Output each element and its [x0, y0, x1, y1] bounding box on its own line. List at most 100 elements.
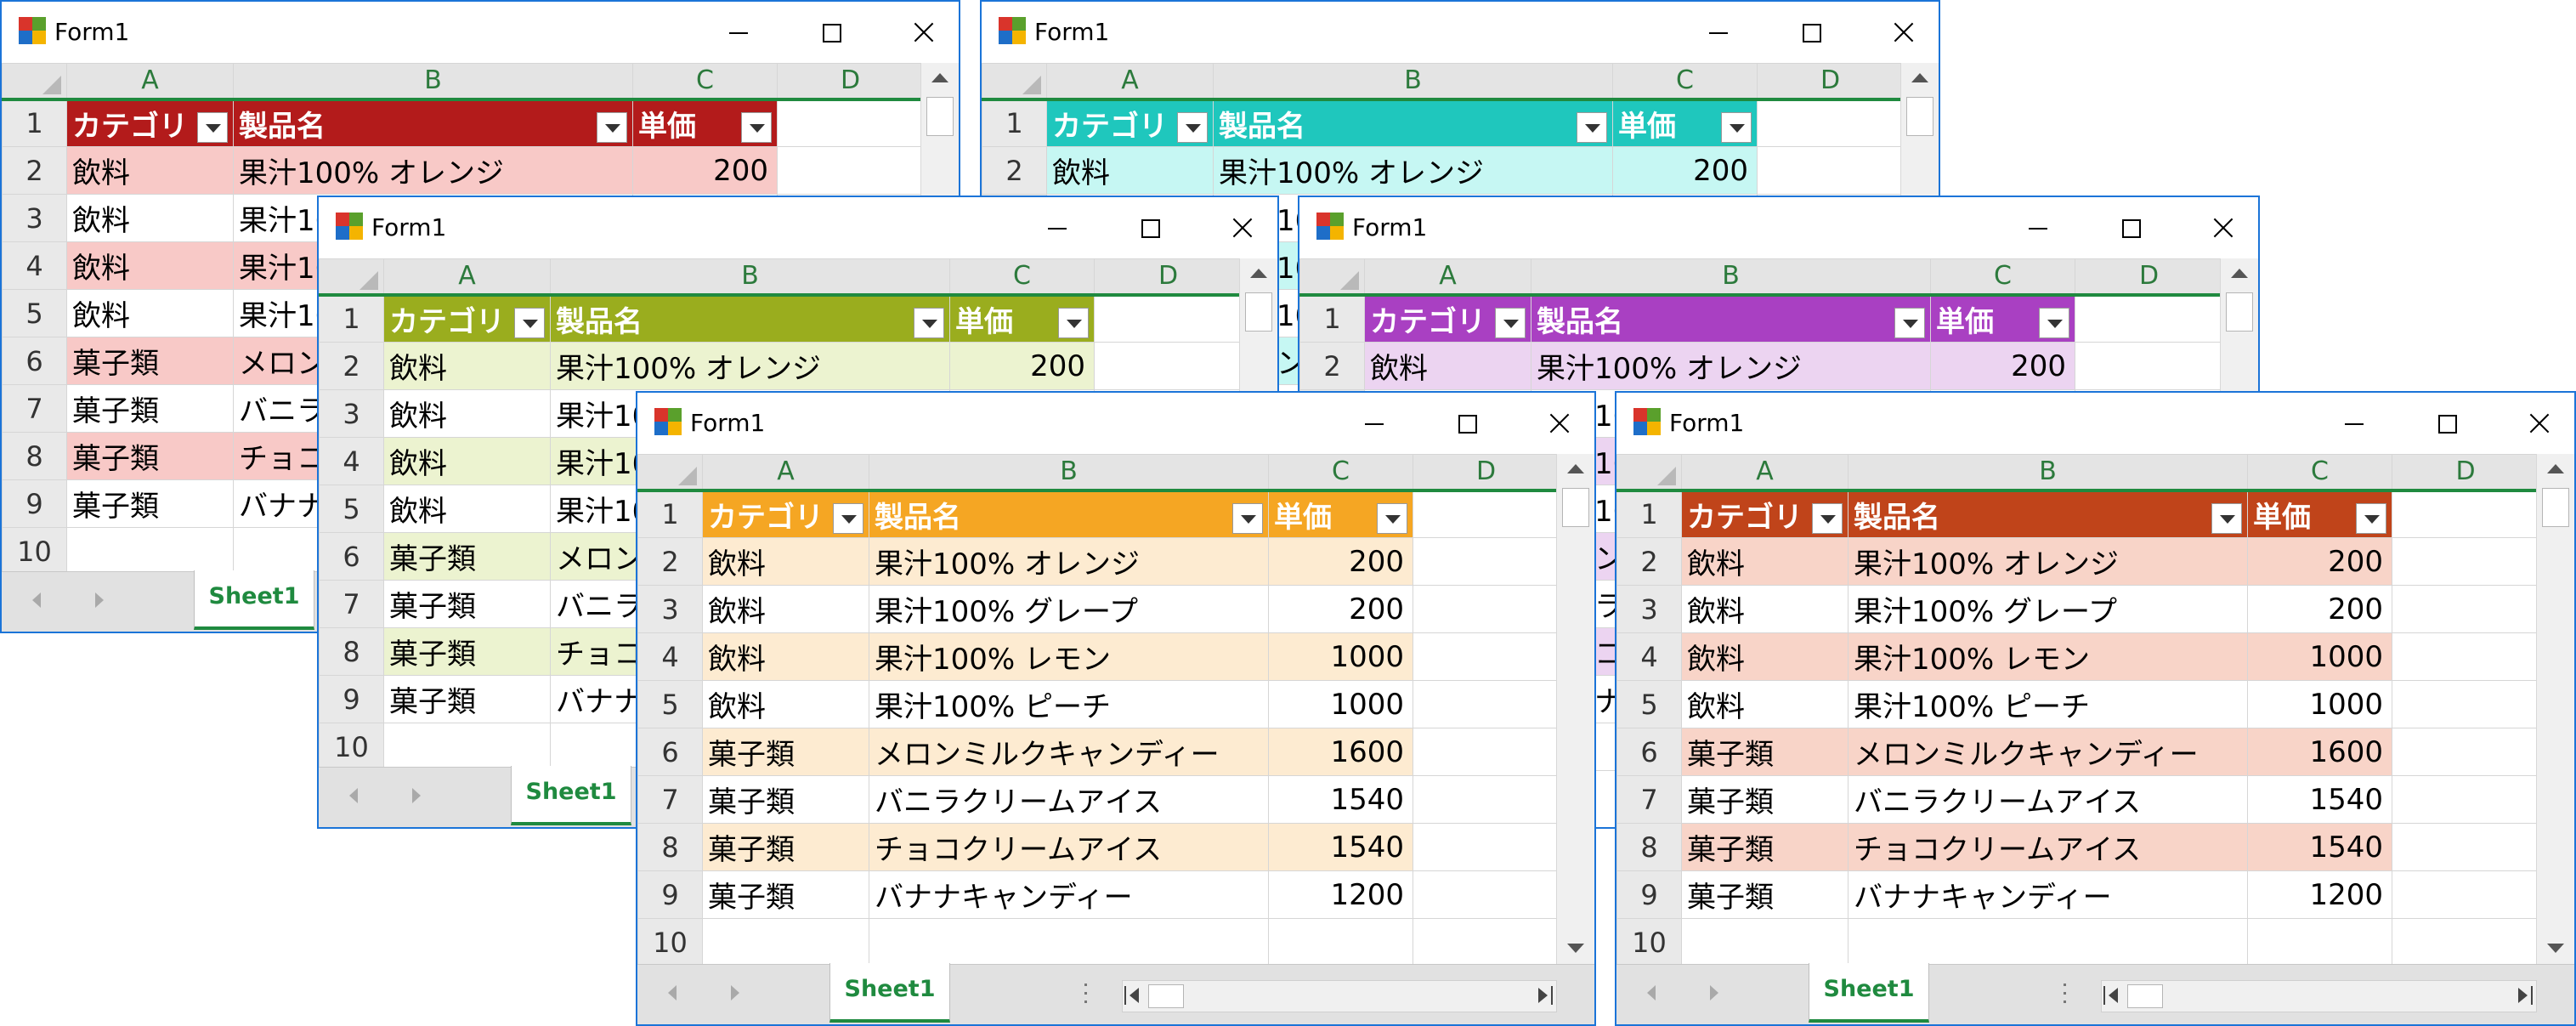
scroll-end-icon[interactable] [2531, 986, 2533, 1005]
column-header-b[interactable]: B [233, 63, 633, 101]
hscroll-thumb[interactable] [1148, 984, 1184, 1008]
row-header[interactable]: 1 [1616, 490, 1682, 538]
scroll-up-icon[interactable] [2221, 258, 2258, 289]
column-header-d[interactable]: D [1094, 258, 1243, 297]
row-header[interactable]: 6 [2, 337, 67, 385]
column-header-a[interactable]: A [383, 258, 551, 297]
product-cell[interactable]: 果汁100% グレープ [1848, 585, 2248, 633]
table-header-cell[interactable]: 製品名 [1848, 490, 2248, 538]
maximize-button[interactable] [1777, 7, 1845, 58]
price-cell[interactable]: 200 [632, 146, 778, 195]
row-header[interactable]: 3 [1616, 585, 1682, 633]
table-header-cell[interactable]: 単価 [2247, 490, 2392, 538]
tab-sheet1[interactable]: Sheet1 [1809, 963, 1929, 1023]
scroll-thumb[interactable] [1245, 292, 1272, 332]
grid-cell[interactable] [869, 918, 1269, 966]
close-button[interactable] [1526, 398, 1594, 449]
spreadsheet-grid[interactable]: ABCD1カテゴリ製品名単価2飲料果汁100% オレンジ2003飲料果汁100%… [1616, 454, 2539, 966]
price-cell[interactable]: 1000 [1268, 680, 1413, 728]
row-header[interactable]: 2 [2, 146, 67, 195]
close-button[interactable] [2506, 398, 2574, 449]
category-cell[interactable]: 菓子類 [383, 580, 551, 628]
row-header[interactable]: 1 [637, 490, 703, 538]
column-header-b[interactable]: B [1848, 454, 2248, 492]
grid-cell[interactable] [2392, 585, 2539, 633]
price-cell[interactable]: 200 [1268, 585, 1413, 633]
category-cell[interactable]: 飲料 [383, 389, 551, 438]
product-cell[interactable]: 果汁100% オレンジ [233, 146, 633, 195]
product-cell[interactable]: 果汁100% レモン [1848, 632, 2248, 681]
row-header[interactable]: 6 [1616, 728, 1682, 776]
product-cell[interactable]: 果汁100% グレープ [869, 585, 1269, 633]
vertical-scrollbar[interactable] [2536, 454, 2574, 964]
row-header[interactable]: 8 [319, 627, 384, 676]
category-cell[interactable]: 菓子類 [66, 432, 234, 480]
tab-sheet1[interactable]: Sheet1 [511, 766, 631, 825]
category-cell[interactable]: 飲料 [383, 437, 551, 485]
filter-dropdown-icon[interactable] [1377, 502, 1407, 534]
category-cell[interactable]: 菓子類 [1681, 728, 1848, 776]
column-header-c[interactable]: C [1612, 63, 1758, 101]
grid-cell[interactable] [2392, 680, 2539, 728]
filter-dropdown-icon[interactable] [1177, 111, 1208, 143]
price-cell[interactable]: 1200 [2247, 870, 2392, 919]
category-cell[interactable]: 飲料 [1364, 342, 1531, 390]
table-header-cell[interactable]: 製品名 [1213, 99, 1613, 147]
price-cell[interactable]: 1600 [1268, 728, 1413, 776]
grid-cell[interactable] [1757, 146, 1904, 195]
column-header-a[interactable]: A [1364, 258, 1531, 297]
table-header-cell[interactable]: カテゴリ [1364, 294, 1531, 343]
product-cell[interactable]: 果汁100% オレンジ [869, 537, 1269, 586]
grid-cell[interactable] [1413, 490, 1560, 538]
price-cell[interactable]: 200 [2247, 537, 2392, 586]
grid-cell[interactable] [2392, 537, 2539, 586]
grid-cell[interactable] [702, 918, 869, 966]
filter-dropdown-icon[interactable] [597, 111, 627, 143]
close-button[interactable] [1209, 202, 1277, 253]
price-cell[interactable]: 200 [949, 342, 1095, 390]
category-cell[interactable]: 菓子類 [702, 870, 869, 919]
product-cell[interactable]: 果汁100% レモン [869, 632, 1269, 681]
product-cell[interactable]: チョコクリームアイス [869, 823, 1269, 871]
grid-cell[interactable] [1413, 775, 1560, 824]
row-header[interactable]: 3 [637, 585, 703, 633]
tab-splitter-handle[interactable] [1083, 982, 1088, 1007]
maximize-button[interactable] [2413, 398, 2481, 449]
select-all-corner[interactable] [2, 63, 67, 101]
maximize-button[interactable] [2097, 202, 2165, 253]
scroll-thumb[interactable] [2226, 292, 2253, 332]
scroll-thumb[interactable] [2542, 488, 2569, 527]
tab-sheet1[interactable]: Sheet1 [194, 570, 314, 630]
price-cell[interactable]: 200 [1930, 342, 2075, 390]
filter-dropdown-icon[interactable] [2211, 502, 2242, 534]
row-header[interactable]: 2 [1616, 537, 1682, 586]
scroll-thumb[interactable] [1562, 488, 1589, 527]
column-header-a[interactable]: A [1681, 454, 1848, 492]
row-header[interactable]: 3 [2, 194, 67, 242]
row-header[interactable]: 4 [1616, 632, 1682, 681]
price-cell[interactable]: 1000 [2247, 632, 2392, 681]
grid-cell[interactable] [1681, 918, 1848, 966]
category-cell[interactable]: 菓子類 [66, 384, 234, 433]
category-cell[interactable]: 飲料 [1681, 537, 1848, 586]
minimize-button[interactable] [704, 7, 772, 58]
column-header-c[interactable]: C [2247, 454, 2392, 492]
row-header[interactable]: 9 [1616, 870, 1682, 919]
grid-cell[interactable] [1094, 294, 1243, 343]
title-bar[interactable]: Form1 [982, 2, 1939, 63]
grid-cell[interactable] [1268, 918, 1413, 966]
row-header[interactable]: 1 [982, 99, 1047, 147]
maximize-button[interactable] [797, 7, 865, 58]
row-header[interactable]: 2 [982, 146, 1047, 195]
grid-cell[interactable] [777, 99, 924, 147]
category-cell[interactable]: 飲料 [1681, 585, 1848, 633]
row-header[interactable]: 8 [1616, 823, 1682, 871]
category-cell[interactable]: 菓子類 [1681, 775, 1848, 824]
grid-cell[interactable] [2247, 918, 2392, 966]
table-header-cell[interactable]: 単価 [1268, 490, 1413, 538]
minimize-button[interactable] [1339, 398, 1407, 449]
category-cell[interactable]: 飲料 [702, 632, 869, 681]
vertical-scrollbar[interactable] [1556, 454, 1594, 964]
product-cell[interactable]: メロンミルクキャンディー [869, 728, 1269, 776]
grid-cell[interactable] [2392, 632, 2539, 681]
